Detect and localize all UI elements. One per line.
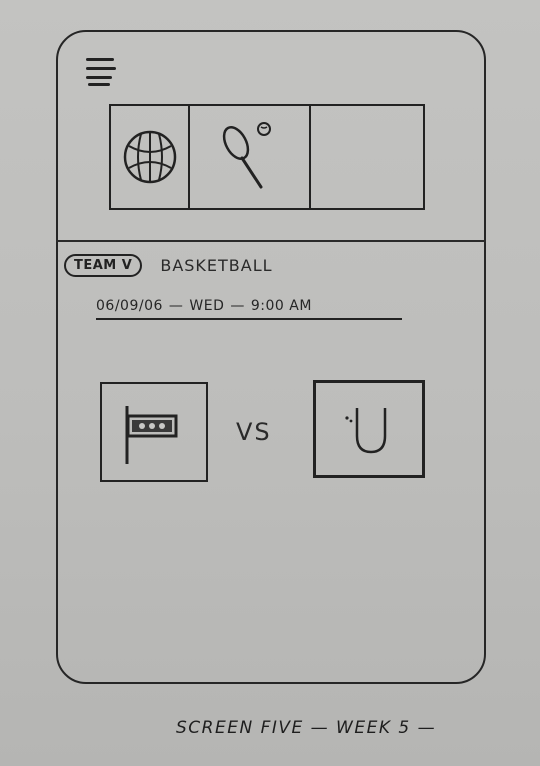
sketch-paper: TEAM V BASKETBALL 06/09/06 — WED — 9:00 … xyxy=(0,0,540,766)
sport-tile-empty[interactable] xyxy=(311,106,423,208)
sport-tile-basketball[interactable] xyxy=(111,106,190,208)
phone-frame: TEAM V BASKETBALL 06/09/06 — WED — 9:00 … xyxy=(56,30,486,684)
matchup: VS xyxy=(100,380,430,482)
team-badge[interactable]: TEAM V xyxy=(64,253,143,277)
event-datetime: 06/09/06 — WED — 9:00 AM xyxy=(96,298,402,320)
separator: — xyxy=(230,298,245,314)
sport-tile-tennis[interactable] xyxy=(190,106,311,208)
team-a-logo[interactable] xyxy=(100,382,208,482)
section-divider xyxy=(56,240,486,242)
team-b-logo[interactable] xyxy=(313,380,425,478)
event-header: TEAM V BASKETBALL xyxy=(64,252,273,278)
flag-logo-icon xyxy=(125,406,178,464)
basketball-icon xyxy=(123,130,176,184)
hamburger-menu-icon[interactable] xyxy=(86,56,118,86)
separator: — xyxy=(168,298,184,314)
event-date: 06/09/06 xyxy=(96,298,163,314)
vs-label: VS xyxy=(236,418,272,446)
event-time: 9:00 AM xyxy=(250,298,312,314)
sport-selector xyxy=(109,104,425,210)
tennis-racket-icon xyxy=(222,122,271,189)
sport-name: BASKETBALL xyxy=(160,255,273,275)
event-day: WED xyxy=(189,298,225,314)
u-logo-icon xyxy=(345,408,387,454)
sketch-caption: SCREEN FIVE — WEEK 5 — xyxy=(176,718,437,738)
